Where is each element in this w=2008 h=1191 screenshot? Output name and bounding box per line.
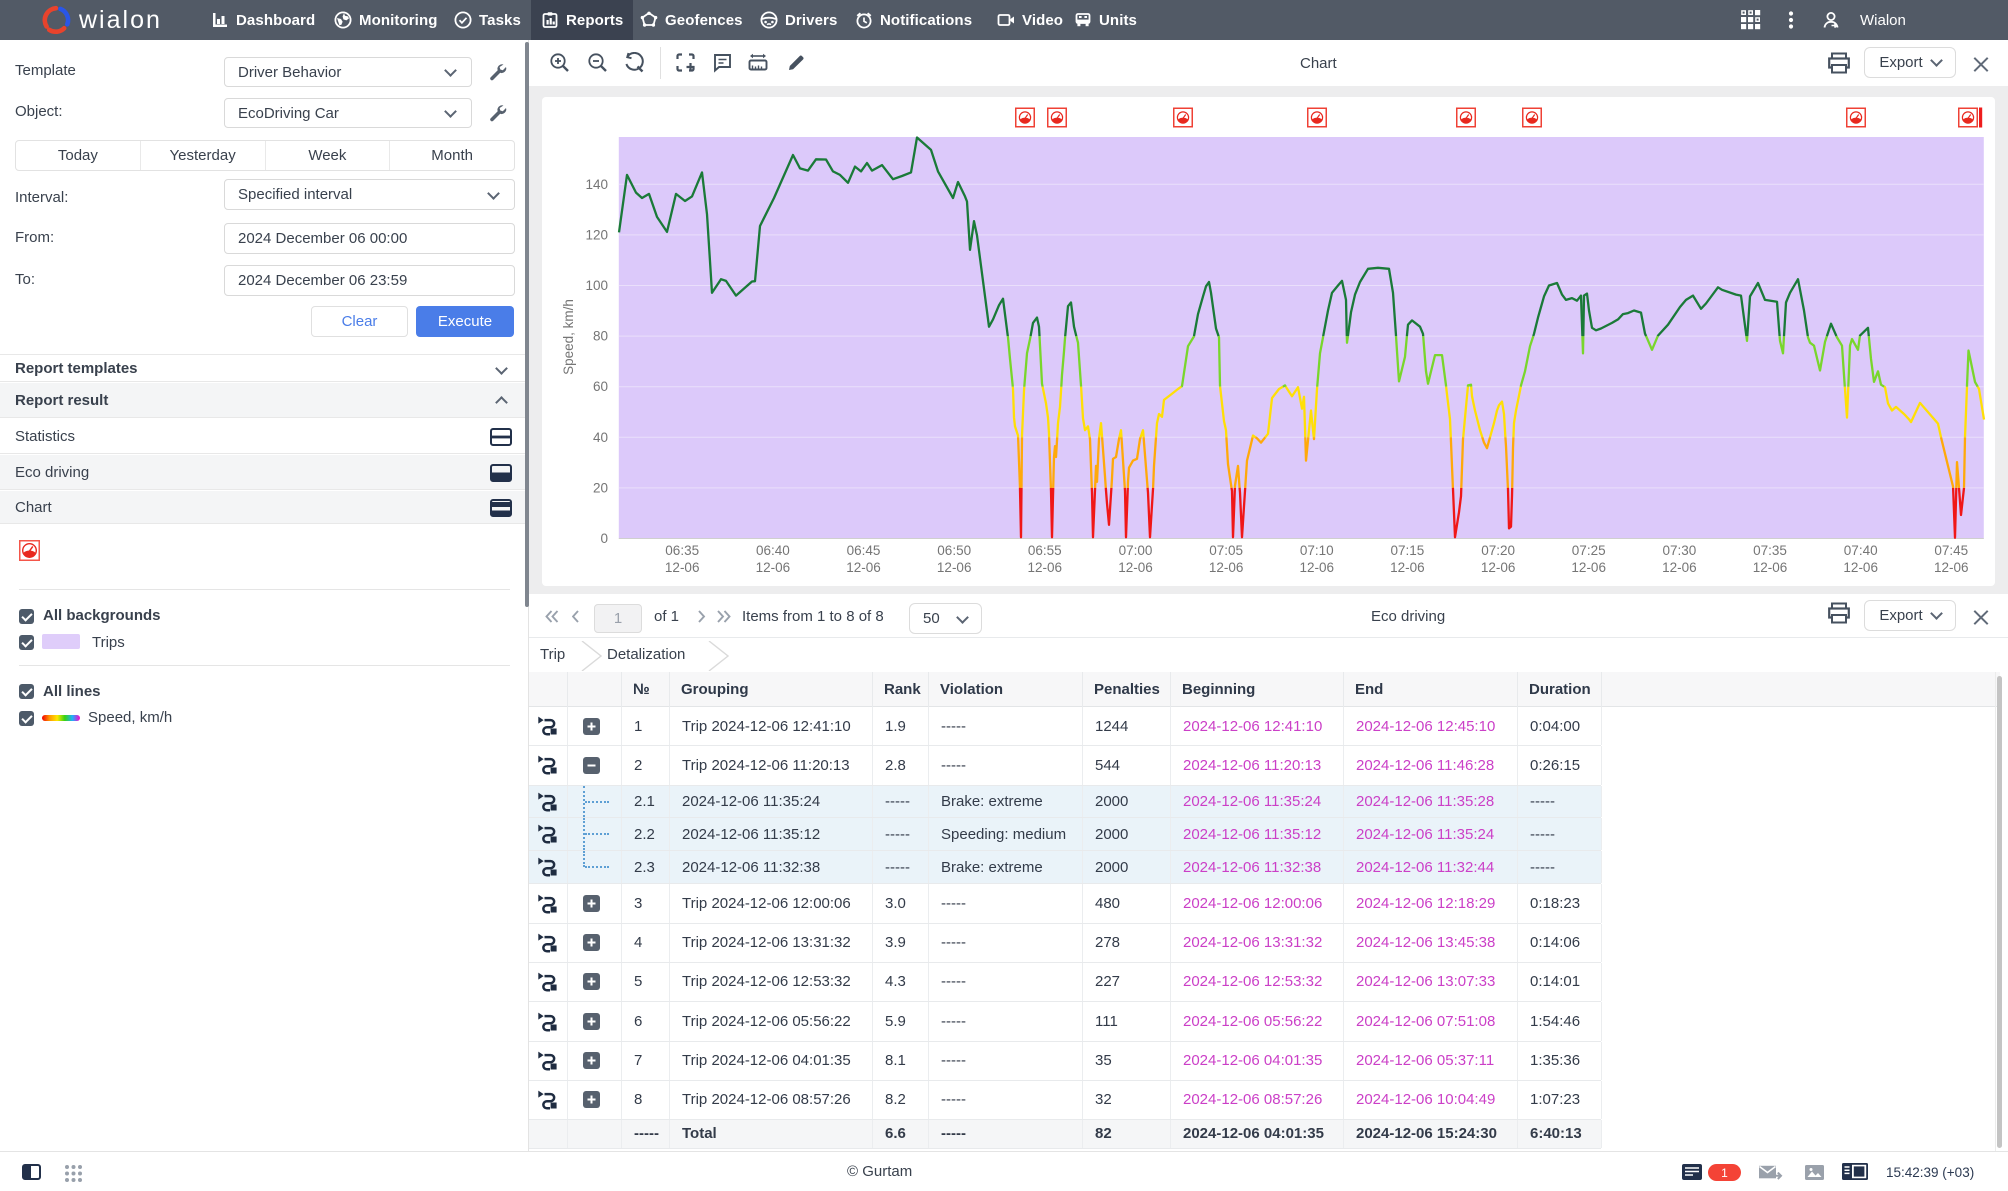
svg-text:20: 20 bbox=[593, 480, 608, 495]
svg-text:07:35: 07:35 bbox=[1753, 543, 1787, 558]
svg-text:07:45: 07:45 bbox=[1934, 543, 1968, 558]
svg-text:07:20: 07:20 bbox=[1481, 543, 1515, 558]
svg-text:06:45: 06:45 bbox=[847, 543, 881, 558]
svg-text:80: 80 bbox=[593, 329, 608, 344]
svg-text:12-06: 12-06 bbox=[665, 560, 700, 575]
svg-text:12-06: 12-06 bbox=[1390, 560, 1425, 575]
svg-text:12-06: 12-06 bbox=[1028, 560, 1063, 575]
svg-text:12-06: 12-06 bbox=[1934, 560, 1969, 575]
svg-text:07:05: 07:05 bbox=[1209, 543, 1243, 558]
svg-text:12-06: 12-06 bbox=[1753, 560, 1788, 575]
svg-text:06:55: 06:55 bbox=[1028, 543, 1062, 558]
svg-text:07:10: 07:10 bbox=[1300, 543, 1334, 558]
svg-text:60: 60 bbox=[593, 379, 608, 394]
svg-text:120: 120 bbox=[585, 227, 608, 242]
svg-text:07:15: 07:15 bbox=[1391, 543, 1425, 558]
svg-text:12-06: 12-06 bbox=[1571, 560, 1606, 575]
svg-text:06:40: 06:40 bbox=[756, 543, 790, 558]
svg-text:0: 0 bbox=[600, 531, 608, 546]
svg-text:12-06: 12-06 bbox=[846, 560, 881, 575]
svg-text:07:25: 07:25 bbox=[1572, 543, 1606, 558]
svg-text:12-06: 12-06 bbox=[1843, 560, 1878, 575]
svg-text:12-06: 12-06 bbox=[756, 560, 791, 575]
svg-text:06:50: 06:50 bbox=[937, 543, 971, 558]
svg-text:12-06: 12-06 bbox=[1481, 560, 1516, 575]
svg-text:07:40: 07:40 bbox=[1844, 543, 1878, 558]
svg-text:07:00: 07:00 bbox=[1119, 543, 1153, 558]
svg-text:12-06: 12-06 bbox=[1118, 560, 1153, 575]
svg-text:12-06: 12-06 bbox=[1209, 560, 1244, 575]
svg-text:07:30: 07:30 bbox=[1663, 543, 1697, 558]
svg-text:40: 40 bbox=[593, 430, 608, 445]
svg-text:12-06: 12-06 bbox=[937, 560, 972, 575]
svg-text:06:35: 06:35 bbox=[665, 543, 699, 558]
svg-text:12-06: 12-06 bbox=[1300, 560, 1335, 575]
svg-text:100: 100 bbox=[585, 278, 608, 293]
svg-text:140: 140 bbox=[585, 177, 608, 192]
svg-text:12-06: 12-06 bbox=[1662, 560, 1697, 575]
svg-text:Speed, km/h: Speed, km/h bbox=[561, 299, 576, 375]
